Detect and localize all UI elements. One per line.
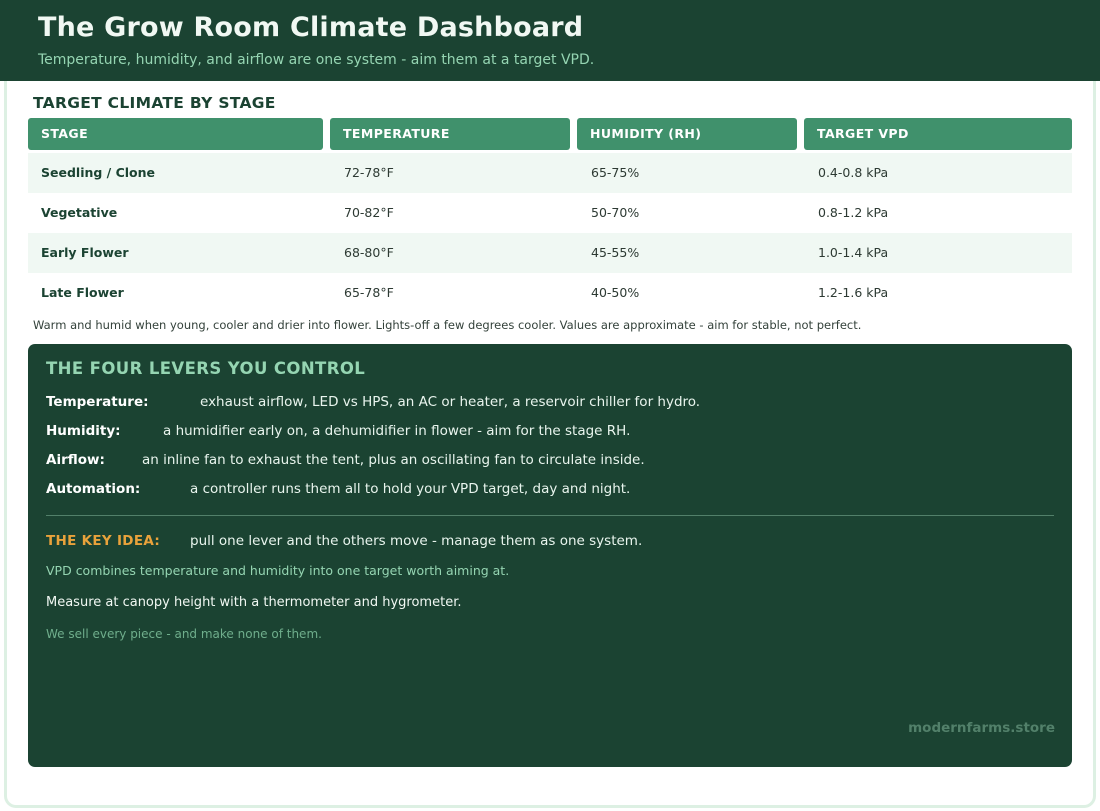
cell-stage: Late Flower	[41, 285, 124, 300]
key-idea: THE KEY IDEA: pull one lever and the othe…	[46, 533, 642, 549]
brand-watermark: modernfarms.store	[908, 720, 1055, 736]
lever-temperature: Temperature: exhaust airflow, LED vs HPS,…	[46, 394, 700, 410]
table-body: Seedling / Clone 72-78°F 65-75% 0.4-0.8 …	[28, 153, 1072, 313]
lever-text: an inline fan to exhaust the tent, plus …	[142, 452, 645, 468]
column-header-humidity: HUMIDITY (RH)	[577, 118, 797, 150]
lever-automation: Automation: a controller runs them all to…	[46, 481, 630, 497]
dashboard-page: The Grow Room Climate Dashboard Temperat…	[0, 0, 1100, 811]
cell-stage: Vegetative	[41, 205, 118, 220]
panel-divider	[46, 515, 1054, 516]
table-header-row: STAGE TEMPERATURE HUMIDITY (RH) TARGET V…	[28, 118, 1072, 150]
table-footnote: Warm and humid when young, cooler and dr…	[33, 318, 862, 332]
cell-temperature: 68-80°F	[344, 245, 394, 260]
column-header-stage: STAGE	[28, 118, 323, 150]
table-row: Early Flower 68-80°F 45-55% 1.0-1.4 kPa	[28, 233, 1072, 273]
cell-vpd: 0.4-0.8 kPa	[818, 165, 889, 180]
column-header-vpd: TARGET VPD	[804, 118, 1072, 150]
cell-temperature: 72-78°F	[344, 165, 394, 180]
lever-text: exhaust airflow, LED vs HPS, an AC or he…	[200, 394, 701, 410]
table-section-title: TARGET CLIMATE BY STAGE	[33, 94, 276, 112]
cell-humidity: 50-70%	[591, 205, 640, 220]
table-row: Seedling / Clone 72-78°F 65-75% 0.4-0.8 …	[28, 153, 1072, 193]
lever-label: Humidity:	[46, 423, 121, 439]
sell-note: We sell every piece - and make none of t…	[46, 627, 322, 641]
key-idea-label: THE KEY IDEA:	[46, 533, 161, 549]
lever-airflow: Airflow: an inline fan to exhaust the ten…	[46, 452, 645, 468]
climate-table: STAGE TEMPERATURE HUMIDITY (RH) TARGET V…	[28, 118, 1072, 300]
cell-vpd: 0.8-1.2 kPa	[818, 205, 889, 220]
page-subtitle: Temperature, humidity, and airflow are o…	[38, 52, 595, 68]
cell-temperature: 70-82°F	[344, 205, 394, 220]
lever-humidity: Humidity: a humidifier early on, a dehumi…	[46, 423, 630, 439]
levers-title: THE FOUR LEVERS YOU CONTROL	[46, 359, 366, 378]
page-title: The Grow Room Climate Dashboard	[38, 12, 584, 43]
lever-text: a controller runs them all to hold your …	[190, 481, 631, 497]
lever-label: Temperature:	[46, 394, 149, 410]
cell-humidity: 45-55%	[591, 245, 640, 260]
header-banner: The Grow Room Climate Dashboard Temperat…	[0, 0, 1100, 81]
cell-humidity: 40-50%	[591, 285, 640, 300]
cell-vpd: 1.0-1.4 kPa	[818, 245, 889, 260]
lever-text: a humidifier early on, a dehumidifier in…	[163, 423, 631, 439]
cell-vpd: 1.2-1.6 kPa	[818, 285, 889, 300]
levers-panel: THE FOUR LEVERS YOU CONTROL Temperature:…	[28, 344, 1072, 767]
table-row: Vegetative 70-82°F 50-70% 0.8-1.2 kPa	[28, 193, 1072, 233]
measure-note: Measure at canopy height with a thermome…	[46, 595, 462, 610]
column-header-temperature: TEMPERATURE	[330, 118, 570, 150]
lever-label: Automation:	[46, 481, 141, 497]
cell-temperature: 65-78°F	[344, 285, 394, 300]
key-idea-text: pull one lever and the others move - man…	[190, 533, 643, 549]
cell-stage: Seedling / Clone	[41, 165, 156, 180]
cell-humidity: 65-75%	[591, 165, 640, 180]
cell-stage: Early Flower	[41, 245, 129, 260]
table-row: Late Flower 65-78°F 40-50% 1.2-1.6 kPa	[28, 273, 1072, 313]
vpd-note: VPD combines temperature and humidity in…	[46, 563, 510, 578]
lever-label: Airflow:	[46, 452, 105, 468]
